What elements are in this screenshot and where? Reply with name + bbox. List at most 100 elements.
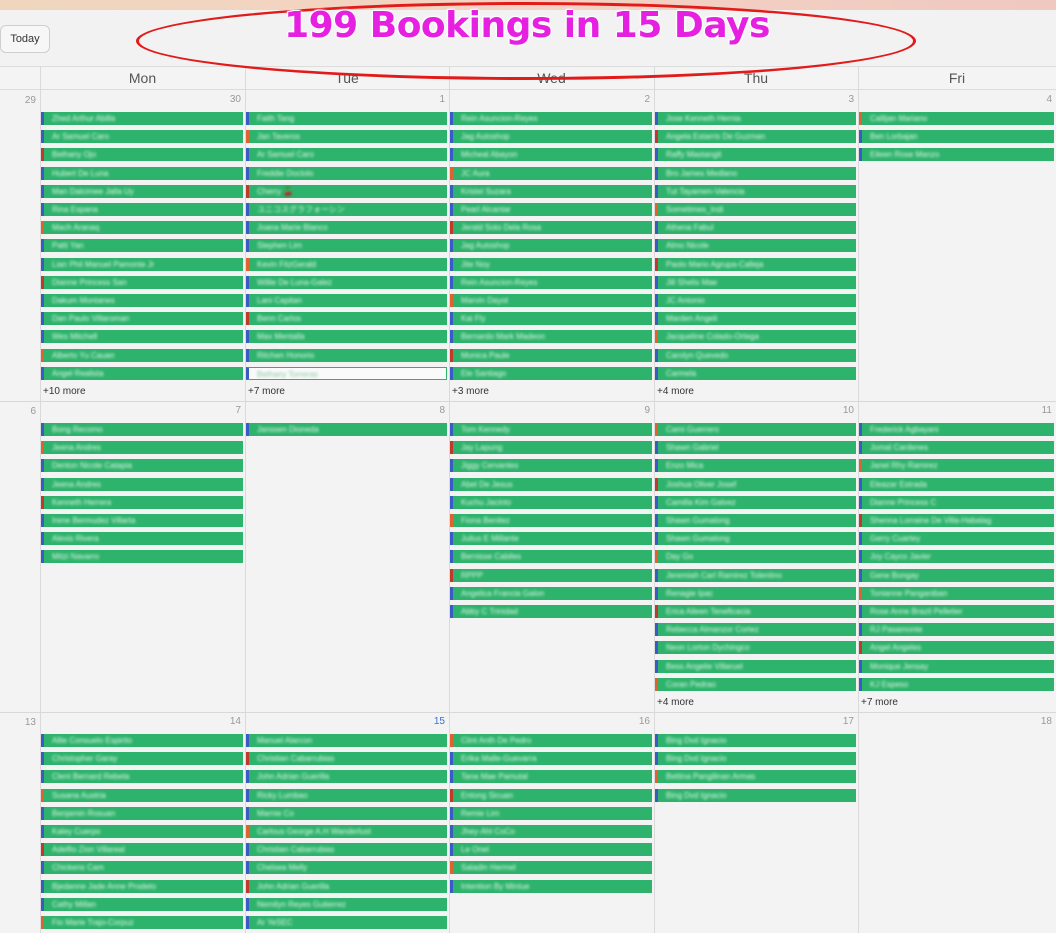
event-chip[interactable]: Frederick Agbayani <box>859 423 1054 436</box>
event-chip[interactable]: Dakum Montanes <box>41 294 243 307</box>
event-chip[interactable]: Ricky Lumbao <box>246 788 447 802</box>
event-chip[interactable]: Shawn Gumalong <box>655 532 856 546</box>
event-chip[interactable]: Cathy Millan <box>41 897 243 911</box>
event-chip[interactable]: Adelfio Zion Villareal <box>41 843 243 857</box>
event-chip[interactable]: Bjedanne Jade Anne Prodeto <box>41 879 243 893</box>
event-chip[interactable]: Enzo Mica <box>655 459 856 473</box>
event-chip[interactable]: Julius E Millante <box>450 532 652 546</box>
event-chip[interactable]: Mitzi Navarro <box>41 550 243 564</box>
event-chip[interactable]: Pearl Alcantar <box>450 203 652 216</box>
more-events-link[interactable]: +7 more <box>248 386 285 397</box>
event-chip[interactable]: Benjamin Rosuan <box>41 806 243 820</box>
event-chip[interactable]: Jhey-Ahl CoCo <box>450 825 652 838</box>
event-chip[interactable]: Fio Marie Trajo-Corpuz <box>41 916 243 929</box>
event-chip[interactable]: Bernardo Mark Madeon <box>450 330 652 344</box>
event-chip[interactable]: Angel Angeles <box>859 641 1054 655</box>
event-chip[interactable]: Bethany Ojo <box>41 148 243 162</box>
event-chip[interactable]: Ar YeSEC <box>246 916 447 929</box>
event-chip[interactable]: Micheal Abayon <box>450 148 652 162</box>
event-chip[interactable]: Coran Pedrao <box>655 677 856 691</box>
event-chip[interactable]: Intention By Mintue <box>450 879 652 893</box>
event-chip[interactable]: Tom Kennedy <box>450 423 652 436</box>
event-chip[interactable]: Rein Asuncion-Reyes <box>450 275 652 289</box>
event-chip[interactable]: Chickens Cam <box>41 861 243 875</box>
event-chip[interactable]: Gerry Cuartey <box>859 532 1054 546</box>
event-chip[interactable]: Zhed Arthur Abilla <box>41 112 243 125</box>
event-chip[interactable]: Carlous George A.H Wanderlust <box>246 825 447 838</box>
event-chip[interactable]: Jeremiah Carl Ramirez Tolentino <box>655 568 856 582</box>
event-chip[interactable]: Shawn Gabriel <box>655 441 856 455</box>
event-chip[interactable]: Benn Carlos <box>246 312 447 326</box>
event-chip[interactable]: ユニコスグラフォーシン <box>246 203 447 216</box>
more-events-link[interactable]: +10 more <box>43 386 86 397</box>
event-chip[interactable]: Erika Malle-Guevarra <box>450 752 652 766</box>
event-chip[interactable]: Jite Noy <box>450 257 652 271</box>
event-chip[interactable]: Tut Tayamen-Valencia <box>655 184 856 198</box>
event-chip[interactable]: John Adrian Guerilla <box>246 879 447 893</box>
event-chip[interactable]: Nemilyn Reyes Gutierrez <box>246 897 447 911</box>
event-chip[interactable]: Kaley Cuerpo <box>41 825 243 838</box>
event-chip[interactable]: Camilla Kim Galvez <box>655 495 856 509</box>
event-chip[interactable]: Freddie Doctolo <box>246 166 447 180</box>
day-cell[interactable] <box>245 401 449 712</box>
event-chip[interactable]: Tonianne Panganiban <box>859 586 1054 600</box>
event-chip[interactable]: Monique Jensay <box>859 659 1054 673</box>
event-chip[interactable]: Bong Recomo <box>41 423 243 436</box>
event-chip[interactable]: Jose Kenneth Hernia <box>655 112 856 125</box>
event-chip[interactable]: Saladin Hermel <box>450 861 652 875</box>
event-chip[interactable]: Almo Nicole <box>655 239 856 253</box>
event-chip[interactable]: Ritchen Honorio <box>246 348 447 362</box>
event-chip[interactable]: Fiona Benitez <box>450 514 652 527</box>
event-chip[interactable]: Jeena Andres <box>41 441 243 455</box>
event-chip[interactable]: Alberto Yu Cauan <box>41 348 243 362</box>
event-chip[interactable]: Paolo Mario Agrupa-Calleja <box>655 257 856 271</box>
event-chip[interactable]: Faith Tang <box>246 112 447 125</box>
event-chip[interactable]: Rebecca Almanzor Cortez <box>655 623 856 637</box>
event-chip[interactable]: Entong Sicuan <box>450 788 652 802</box>
event-chip[interactable]: Christopher Garay <box>41 752 243 766</box>
event-chip[interactable]: Marnie Co <box>246 806 447 820</box>
event-chip[interactable]: RPPP <box>450 568 652 582</box>
event-chip[interactable]: Shawn Gumalong <box>655 514 856 527</box>
event-chip[interactable]: Angela Estarris De Guzman <box>655 130 856 144</box>
event-chip[interactable]: Neon Lorton Dychingco <box>655 641 856 655</box>
event-chip[interactable]: Jeena Andres <box>41 477 243 491</box>
event-chip[interactable]: Kenneth Herrera <box>41 495 243 509</box>
event-chip[interactable]: Dan Paulo Villaroman <box>41 312 243 326</box>
event-chip[interactable]: Allie Consuelo Espirito <box>41 734 243 747</box>
event-chip[interactable]: JC Aura <box>450 166 652 180</box>
event-chip[interactable]: Max Mentalla <box>246 330 447 344</box>
event-chip[interactable]: Kristel Suzara <box>450 184 652 198</box>
event-chip[interactable]: Denton Nicole Catapia <box>41 459 243 473</box>
more-events-link[interactable]: +4 more <box>657 386 694 397</box>
event-chip[interactable]: Jag Autoshop <box>450 130 652 144</box>
event-chip[interactable]: Carmela <box>655 366 856 380</box>
event-chip[interactable]: Hubert De Luna <box>41 166 243 180</box>
event-chip[interactable]: Remie Lim <box>450 806 652 820</box>
event-chip[interactable]: Jan Taveros <box>246 130 447 144</box>
event-chip[interactable]: Christian Cabarrubias <box>246 843 447 857</box>
event-chip[interactable]: Joy Cayco Javier <box>859 550 1054 564</box>
event-chip[interactable]: Athena Fabul <box>655 221 856 235</box>
event-chip[interactable]: Cami Guerrero <box>655 423 856 436</box>
event-chip[interactable]: Eileen Rose Manzo <box>859 148 1054 162</box>
event-chip[interactable]: Bethany Torreras <box>246 366 447 380</box>
event-chip[interactable]: Day Go <box>655 550 856 564</box>
event-chip[interactable]: John Adrian Guerilla <box>246 770 447 784</box>
event-chip[interactable]: Eleazar Estrada <box>859 477 1054 491</box>
event-chip[interactable]: Jiggy Cervantes <box>450 459 652 473</box>
event-chip[interactable]: Monica Paule <box>450 348 652 362</box>
event-chip[interactable]: Jill Shelis Mae <box>655 275 856 289</box>
event-chip[interactable]: Rose Anne Brazil Pelletier <box>859 605 1054 618</box>
event-chip[interactable]: Willie De Luna-Galez <box>246 275 447 289</box>
event-chip[interactable]: KJ Espeso <box>859 677 1054 691</box>
event-chip[interactable]: Ben Lorbajan <box>859 130 1054 144</box>
event-chip[interactable]: Ele Santiago <box>450 366 652 380</box>
event-chip[interactable]: Lani Capitan <box>246 294 447 307</box>
event-chip[interactable]: Bettina Pangilinan Armas <box>655 770 856 784</box>
event-chip[interactable]: Carolyn Quevedo <box>655 348 856 362</box>
event-chip[interactable]: Cherry 🍒 <box>246 184 447 198</box>
event-chip[interactable]: Raffy Mastangit <box>655 148 856 162</box>
more-events-link[interactable]: +4 more <box>657 697 694 708</box>
event-chip[interactable]: Lian Phil Manuel Pamonte Jr <box>41 257 243 271</box>
